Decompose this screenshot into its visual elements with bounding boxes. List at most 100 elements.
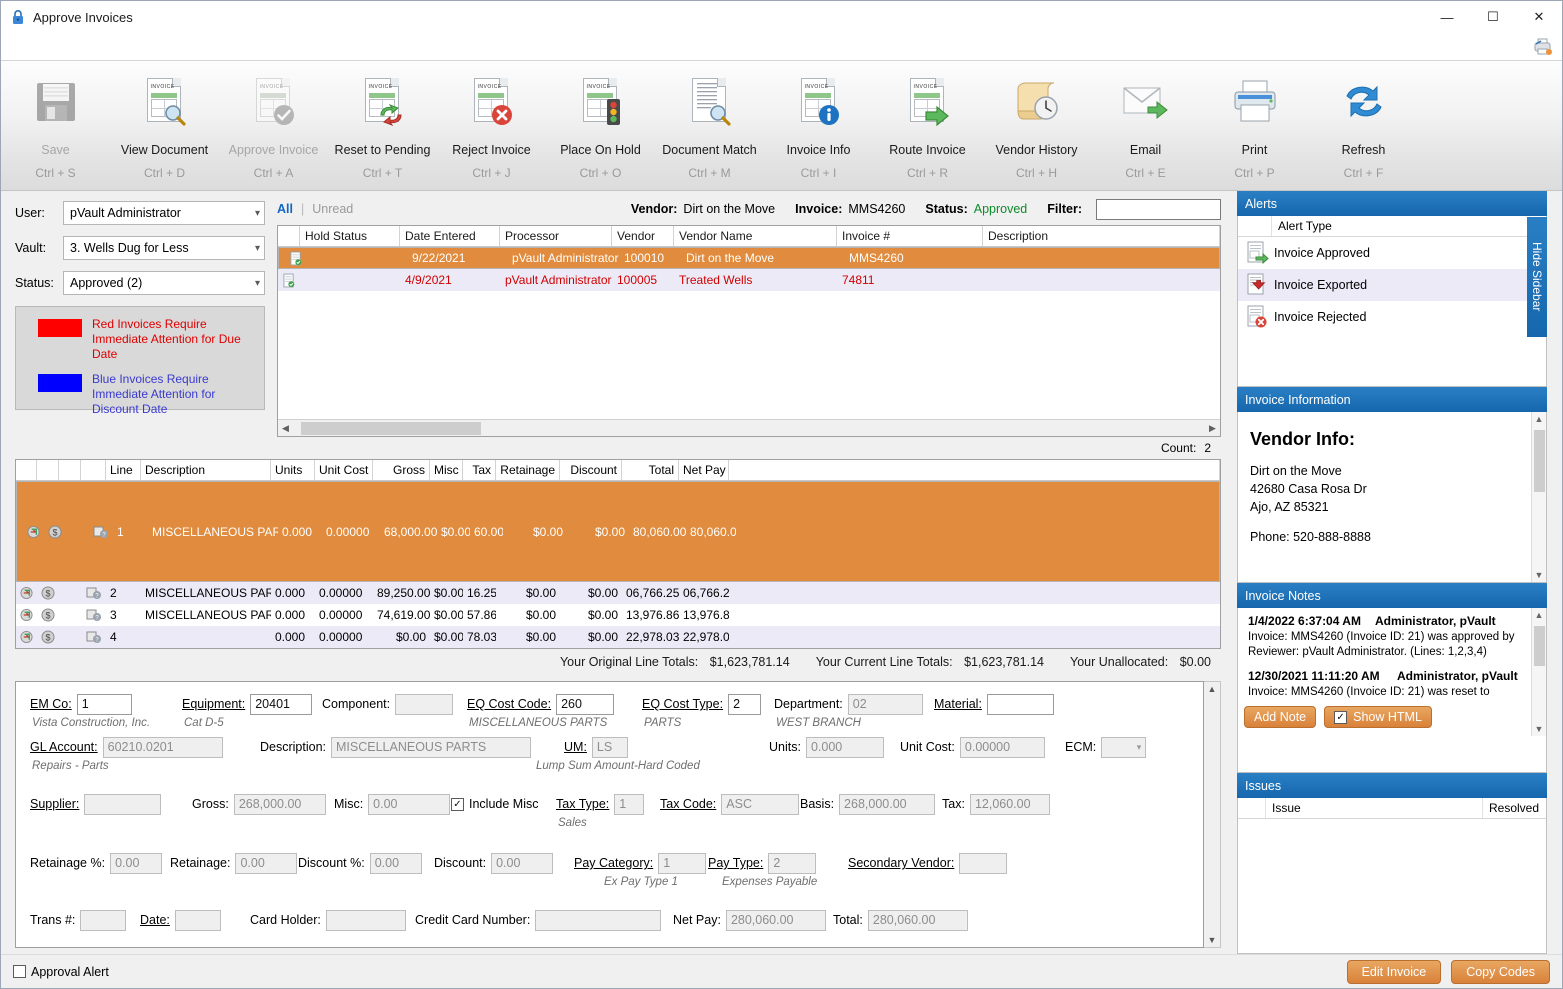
total-input[interactable]: 280,060.00 (867, 909, 968, 931)
info-tag-icon[interactable]: ? (88, 525, 113, 539)
currency-icon[interactable]: $ (37, 608, 59, 622)
retainage-input[interactable]: 0.00 (235, 852, 298, 874)
tax-input[interactable]: 12,060.00 (969, 793, 1050, 815)
distribution-icon[interactable] (16, 608, 37, 622)
lcol-units[interactable]: Units (271, 460, 315, 480)
units-input[interactable]: 0.000 (805, 736, 884, 758)
ribbon-button-reset-to-pending[interactable]: INVOICE Reset to Pending Ctrl + T (328, 67, 437, 187)
table-row[interactable]: 9/22/2021 pVault Administrator 100010 Di… (278, 247, 1220, 269)
department-input[interactable]: 02 (847, 693, 923, 715)
ribbon-button-email[interactable]: Email Ctrl + E (1091, 67, 1200, 187)
info-tag-icon[interactable]: ? (81, 608, 106, 622)
scroll-down-icon[interactable]: ▼ (1208, 935, 1217, 945)
lcol-net-pay[interactable]: Net Pay (679, 460, 729, 480)
ribbon-button-refresh[interactable]: Refresh Ctrl + F (1309, 67, 1418, 187)
description-input[interactable]: MISCELLANEOUS PARTS (331, 736, 531, 758)
currency-icon[interactable]: $ (37, 630, 59, 644)
misc-input[interactable]: 0.00 (368, 793, 451, 815)
scroll-thumb[interactable] (1533, 430, 1545, 492)
status-select[interactable]: Approved (2) ▾ (63, 271, 265, 295)
scroll-down-icon[interactable]: ▼ (1535, 570, 1544, 580)
copy-codes-button[interactable]: Copy Codes (1451, 959, 1550, 984)
ribbon-button-approve-invoice[interactable]: INVOICE Approve Invoice Ctrl + A (219, 67, 328, 187)
ribbon-button-document-match[interactable]: Document Match Ctrl + M (655, 67, 764, 187)
date-input[interactable] (174, 909, 221, 931)
currency-icon[interactable]: $ (44, 525, 66, 539)
col-description[interactable]: Description (983, 226, 1220, 246)
pay-category-input[interactable]: 1 (658, 852, 707, 874)
ribbon-button-route-invoice[interactable]: INVOICE Route Invoice Ctrl + R (873, 67, 982, 187)
lcol-unit-cost[interactable]: Unit Cost (315, 460, 373, 480)
detail-vscrollbar[interactable]: ▲ ▼ (1204, 681, 1221, 948)
retainage-pct-input[interactable]: 0.00 (110, 852, 163, 874)
card-holder-input[interactable] (325, 909, 406, 931)
lcol-description[interactable]: Description (141, 460, 271, 480)
edit-invoice-button[interactable]: Edit Invoice (1346, 959, 1442, 984)
table-row[interactable]: 4/9/2021 pVault Administrator 100005 Tre… (278, 269, 1220, 291)
supplier-input[interactable] (84, 793, 162, 815)
ribbon-button-print[interactable]: Print Ctrl + P (1200, 67, 1309, 187)
col-processor[interactable]: Processor (500, 226, 612, 246)
secondary-vendor-input[interactable] (959, 852, 1008, 874)
eq-cost-type-input[interactable]: 2 (728, 693, 762, 715)
hscroll-track[interactable] (293, 420, 1205, 436)
tax-type-input[interactable]: 1 (614, 793, 645, 815)
filter-input[interactable] (1096, 198, 1221, 220)
ribbon-button-save[interactable]: Save Ctrl + S (1, 67, 110, 187)
basis-input[interactable]: 268,000.00 (839, 793, 936, 815)
em-co-input[interactable]: 1 (76, 693, 132, 715)
ribbon-button-vendor-history[interactable]: Vendor History Ctrl + H (982, 67, 1091, 187)
discount-input[interactable]: 0.00 (491, 852, 554, 874)
info-tag-icon[interactable]: ? (81, 630, 106, 644)
trans-input[interactable] (80, 909, 127, 931)
scroll-up-icon[interactable]: ▲ (1208, 684, 1217, 694)
col-date-entered[interactable]: Date Entered (400, 226, 500, 246)
lcol-gross[interactable]: Gross (373, 460, 430, 480)
scroll-down-icon[interactable]: ▼ (1535, 724, 1544, 734)
alert-type-column[interactable]: Alert Type (1272, 216, 1338, 236)
list-item[interactable]: Invoice Approved (1238, 237, 1546, 269)
invoice-grid-hscrollbar[interactable]: ◀ ▶ (278, 419, 1220, 436)
user-select[interactable]: pVault Administrator ▾ (63, 201, 265, 225)
distribution-icon[interactable] (16, 586, 37, 600)
lcol-retainage[interactable]: Retainage (496, 460, 560, 480)
printer-quick-icon[interactable] (1532, 35, 1554, 60)
discount-pct-input[interactable]: 0.00 (369, 852, 422, 874)
tab-unread[interactable]: Unread (312, 202, 353, 216)
gross-input[interactable]: 268,000.00 (233, 793, 326, 815)
show-html-toggle[interactable]: ✓ Show HTML (1324, 706, 1432, 728)
info-tag-icon[interactable]: ? (81, 586, 106, 600)
lcol-discount[interactable]: Discount (560, 460, 622, 480)
ecm-select[interactable]: ▾ (1101, 736, 1147, 758)
minimize-button[interactable]: — (1424, 1, 1470, 33)
component-input[interactable] (395, 693, 454, 715)
hide-sidebar-button[interactable]: Hide Sidebar (1527, 217, 1547, 337)
resolved-column[interactable]: Resolved (1482, 798, 1546, 818)
ribbon-button-invoice-info[interactable]: INVOICE Invoice Info Ctrl + I (764, 67, 873, 187)
um-input[interactable]: LS (591, 736, 628, 758)
lcol-line[interactable]: Line (106, 460, 141, 480)
scroll-left-icon[interactable]: ◀ (278, 423, 293, 434)
tax-code-input[interactable]: ASC (721, 793, 800, 815)
approval-alert-checkbox[interactable]: Approval Alert (13, 965, 109, 979)
col-invoice-number[interactable]: Invoice # (837, 226, 983, 246)
ribbon-button-view-document[interactable]: INVOICE View Document Ctrl + D (110, 67, 219, 187)
table-row[interactable]: $ ? 4 0.000 0.00000 $0.00 $0.00 78.03 $0… (16, 626, 1220, 648)
col-hold-status[interactable]: Hold Status (300, 226, 400, 246)
maximize-button[interactable]: ☐ (1470, 1, 1516, 33)
net-pay-input[interactable]: 280,060.00 (725, 909, 826, 931)
close-button[interactable]: ✕ (1516, 1, 1562, 33)
material-input[interactable] (986, 693, 1054, 715)
list-item[interactable]: Invoice Rejected (1238, 301, 1546, 333)
distribution-icon[interactable] (16, 630, 37, 644)
tab-all[interactable]: All (277, 202, 293, 216)
issue-column[interactable]: Issue (1266, 798, 1482, 818)
scroll-thumb[interactable] (1533, 626, 1545, 666)
vault-select[interactable]: 3. Wells Dug for Less ▾ (63, 236, 265, 260)
unit-cost-input[interactable]: 0.00000 (959, 736, 1045, 758)
table-row[interactable]: $ ? 2 MISCELLANEOUS PARTS 0.000 0.00000 … (16, 582, 1220, 604)
invoice-notes-scrollbar[interactable]: ▲ ▼ (1531, 608, 1546, 736)
equipment-input[interactable]: 20401 (250, 693, 313, 715)
eq-cost-code-input[interactable]: 260 (556, 693, 615, 715)
scroll-up-icon[interactable]: ▲ (1535, 610, 1544, 620)
